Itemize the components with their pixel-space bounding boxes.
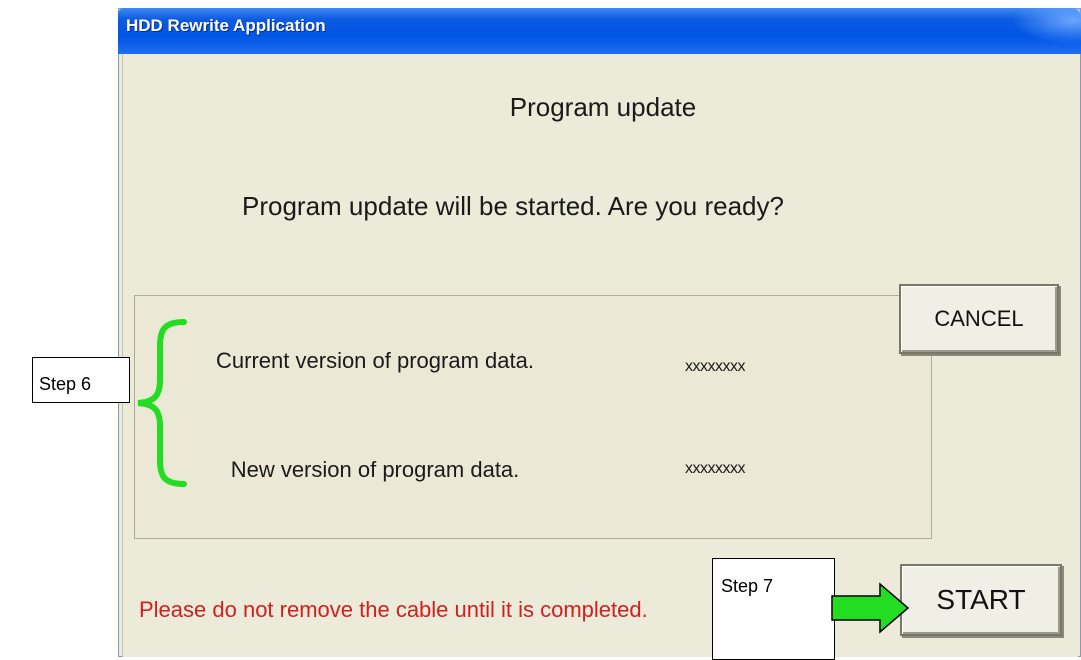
new-version-label: New version of program data.	[230, 457, 520, 482]
version-info-panel: Current version of program data. xxxxxxx…	[134, 295, 932, 539]
cable-warning: Please do not remove the cable until it …	[139, 597, 648, 622]
cancel-button[interactable]: CANCEL	[899, 284, 1059, 354]
step6-label: Step 6	[39, 374, 92, 394]
new-version-value: xxxxxxxx	[685, 460, 746, 477]
step7-label: Step 7	[721, 576, 774, 596]
title-bar[interactable]: HDD Rewrite Application	[118, 8, 1081, 54]
step6-callout: Step 6	[32, 357, 130, 403]
step7-callout: Step 7	[712, 558, 835, 660]
dialog-body: Program update Program update will be st…	[122, 54, 1078, 657]
confirmation-question: Program update will be started. Are you …	[242, 191, 784, 221]
app-window: HDD Rewrite Application Program update P…	[118, 8, 1081, 657]
current-version-value: xxxxxxxx	[685, 358, 746, 375]
title-bar-gloss	[1001, 8, 1081, 48]
window-title: HDD Rewrite Application	[126, 16, 326, 35]
dialog-heading: Program update	[509, 92, 697, 122]
start-button[interactable]: START	[900, 564, 1062, 636]
current-version-label: Current version of program data.	[216, 348, 534, 373]
right-arrow-icon	[831, 582, 910, 634]
curly-brace-icon	[137, 319, 187, 487]
